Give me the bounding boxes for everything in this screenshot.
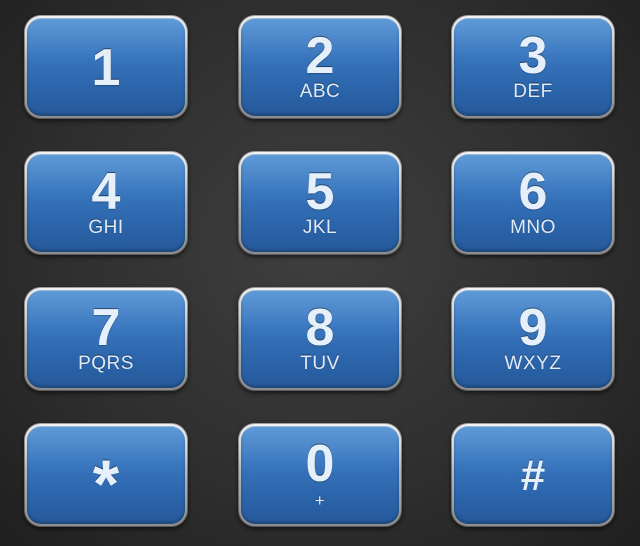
key-face: 6 MNO (454, 154, 612, 252)
key-7[interactable]: 7 PQRS (24, 287, 188, 391)
key-star[interactable]: * (24, 423, 188, 527)
key-5[interactable]: 5 JKL (238, 151, 402, 255)
key-0[interactable]: 0 + (238, 423, 402, 527)
key-6[interactable]: 6 MNO (451, 151, 615, 255)
key-digit: 0 (305, 435, 335, 493)
key-3[interactable]: 3 DEF (451, 15, 615, 119)
key-digit: 1 (91, 39, 121, 97)
key-1[interactable]: 1 (24, 15, 188, 119)
key-face: 4 GHI (27, 154, 185, 252)
key-face: 8 TUV (241, 290, 399, 388)
key-digit: 4 (91, 163, 121, 221)
key-face: 7 PQRS (27, 290, 185, 388)
key-digit: 2 (305, 27, 335, 85)
key-letters: + (314, 491, 326, 510)
key-face: 2 ABC (241, 18, 399, 116)
key-face: 3 DEF (454, 18, 612, 116)
key-letters: TUV (300, 353, 340, 374)
key-letters: ABC (299, 81, 341, 102)
key-digit: 3 (518, 27, 548, 85)
key-face: 5 JKL (241, 154, 399, 252)
key-9[interactable]: 9 WXYZ (451, 287, 615, 391)
key-letters: WXYZ (504, 353, 562, 374)
key-letters: GHI (88, 217, 124, 238)
key-face: 1 (27, 18, 185, 116)
key-letters: DEF (513, 81, 553, 102)
key-letters: MNO (510, 217, 556, 238)
key-digit: 7 (91, 299, 121, 357)
key-8[interactable]: 8 TUV (238, 287, 402, 391)
dial-keypad: 1 2 ABC 3 DEF 4 GHI 5 JKL 6 MNO 7 PQRS 8… (0, 0, 640, 546)
key-letters: JKL (302, 217, 338, 238)
star-symbol: * (92, 446, 120, 522)
key-2[interactable]: 2 ABC (238, 15, 402, 119)
key-hash[interactable]: # (451, 423, 615, 527)
key-face: * (27, 426, 185, 524)
key-letters: PQRS (78, 353, 134, 374)
key-digit: 5 (305, 163, 335, 221)
key-face: 0 + (241, 426, 399, 524)
key-face: 9 WXYZ (454, 290, 612, 388)
hash-symbol: # (520, 451, 546, 500)
key-4[interactable]: 4 GHI (24, 151, 188, 255)
key-digit: 9 (518, 299, 548, 357)
key-digit: 6 (518, 163, 548, 221)
key-face: # (454, 426, 612, 524)
key-digit: 8 (305, 299, 335, 357)
